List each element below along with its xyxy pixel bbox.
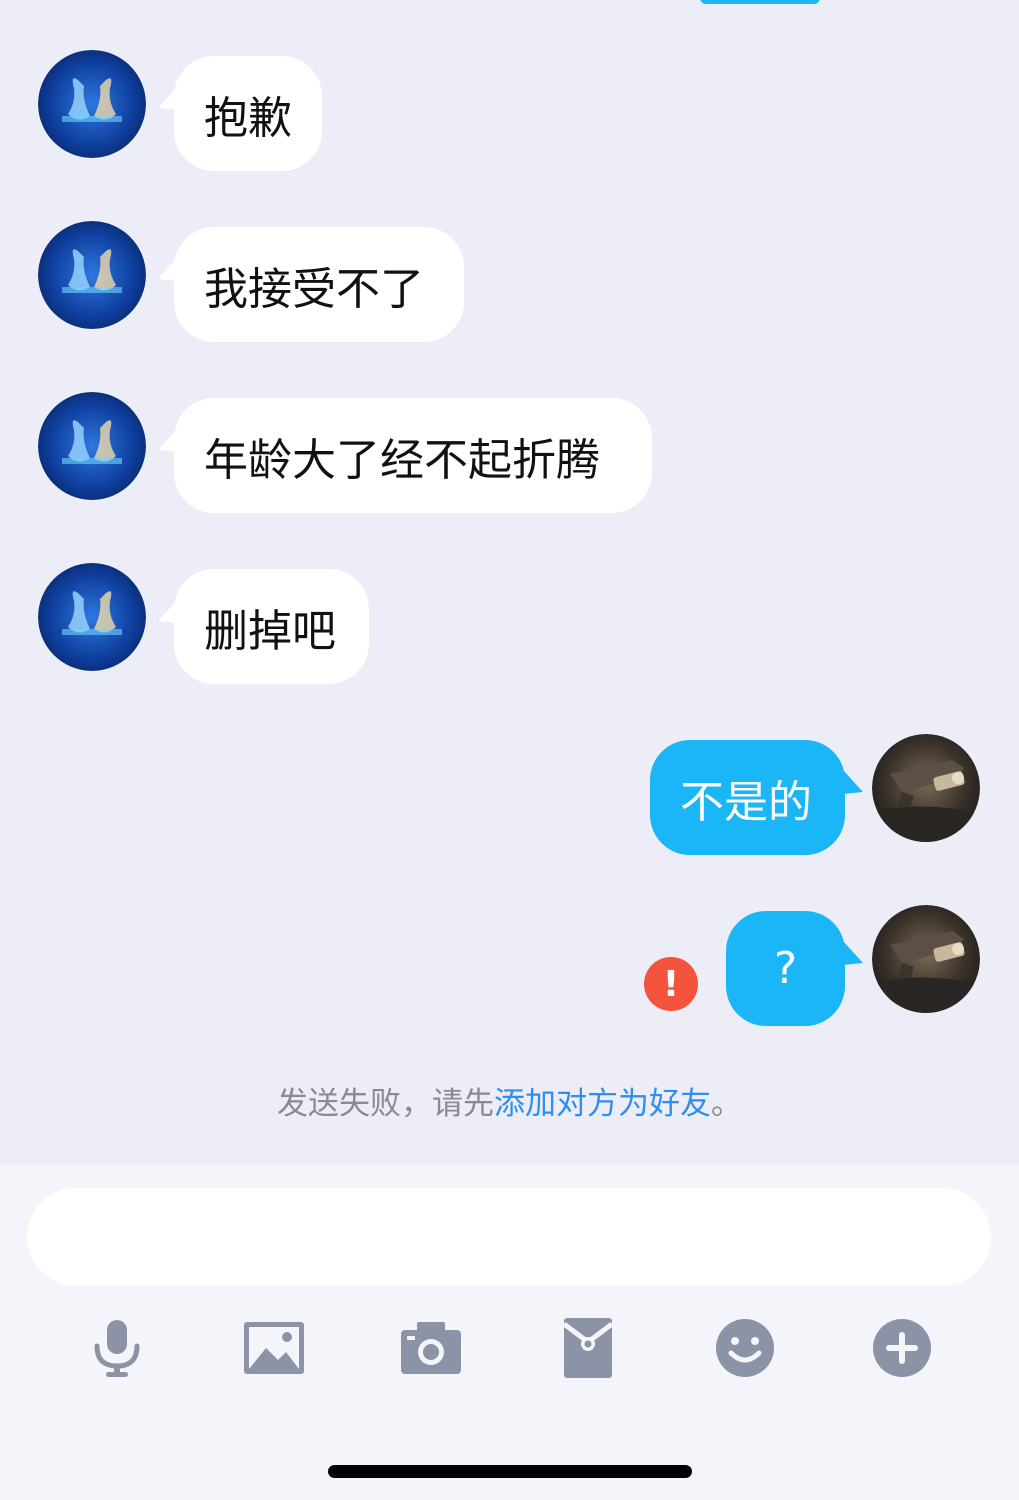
send-failed-icon[interactable]: ! [644, 957, 698, 1011]
red-packet-icon[interactable] [556, 1316, 620, 1380]
image-icon[interactable] [242, 1316, 306, 1380]
contact-avatar[interactable] [38, 221, 146, 329]
contact-avatar[interactable] [38, 563, 146, 671]
contact-avatar[interactable] [38, 50, 146, 158]
bubble-tail [843, 941, 863, 965]
contact-avatar[interactable] [38, 392, 146, 500]
previous-message-edge [700, 0, 820, 4]
bubble-tail [843, 770, 863, 794]
outgoing-message-bubble[interactable]: 不是的 [650, 740, 845, 855]
notice-prefix: 发送失败，请先 [277, 1086, 494, 1122]
home-indicator[interactable] [328, 1465, 692, 1478]
camera-icon[interactable] [399, 1316, 463, 1380]
incoming-message-bubble[interactable]: 删掉吧 [174, 569, 369, 684]
user-avatar[interactable] [872, 734, 980, 842]
emoji-icon[interactable] [713, 1316, 777, 1380]
message-input[interactable] [27, 1188, 991, 1286]
outgoing-message-bubble[interactable]: ? [726, 911, 845, 1026]
send-failed-notice: 发送失败，请先添加对方为好友。 [0, 1078, 1019, 1123]
error-glyph: ! [662, 963, 680, 1005]
incoming-message-bubble[interactable]: 抱歉 [174, 56, 322, 171]
message-text: 抱歉 [204, 92, 292, 144]
incoming-message-bubble[interactable]: 我接受不了 [174, 227, 464, 342]
add-friend-link[interactable]: 添加对方为好友 [494, 1086, 711, 1122]
incoming-message-bubble[interactable]: 年龄大了经不起折腾 [174, 398, 652, 513]
message-text: 不是的 [680, 776, 812, 828]
message-text: 删掉吧 [204, 605, 336, 657]
microphone-icon[interactable] [85, 1316, 149, 1380]
message-text: 年龄大了经不起折腾 [204, 434, 600, 486]
notice-suffix: 。 [711, 1086, 742, 1122]
user-avatar[interactable] [872, 905, 980, 1013]
message-text: 我接受不了 [204, 263, 424, 315]
plus-icon[interactable] [870, 1316, 934, 1380]
message-text: ? [773, 943, 798, 994]
